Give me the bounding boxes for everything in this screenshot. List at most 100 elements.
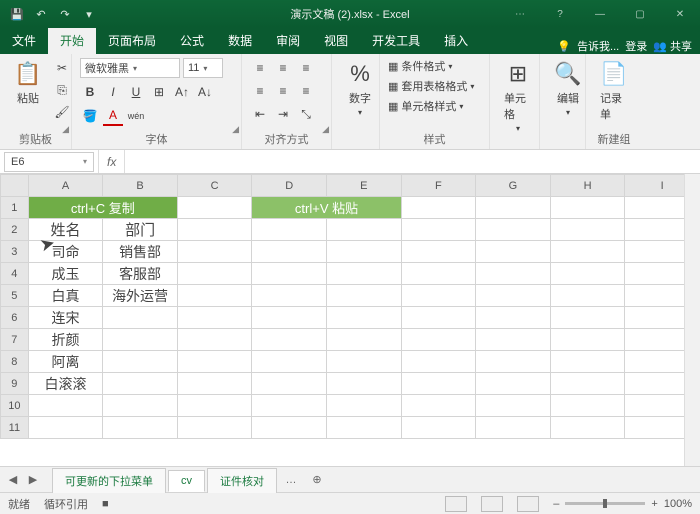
italic-button[interactable]: I — [103, 82, 123, 102]
cell[interactable] — [28, 395, 103, 417]
row-header[interactable]: 9 — [1, 373, 29, 395]
align-left-button[interactable]: ≡ — [250, 81, 270, 101]
bold-button[interactable]: B — [80, 82, 100, 102]
cell[interactable] — [252, 395, 327, 417]
cell[interactable] — [476, 241, 551, 263]
font-launcher-icon[interactable]: ◢ — [232, 124, 239, 135]
copy-button[interactable]: ⎘ — [52, 80, 72, 100]
view-page-layout-button[interactable] — [481, 496, 503, 512]
name-box[interactable]: E6▾ — [4, 152, 94, 172]
cell[interactable] — [401, 395, 476, 417]
cell[interactable] — [177, 417, 252, 439]
cell[interactable]: 姓名 — [28, 219, 103, 241]
cell[interactable] — [327, 241, 402, 263]
col-header[interactable]: A — [28, 175, 103, 197]
zoom-level[interactable]: 100% — [664, 498, 692, 510]
font-size-combo[interactable]: 11▾ — [183, 58, 223, 78]
cell[interactable] — [252, 329, 327, 351]
align-bottom-button[interactable]: ≡ — [296, 58, 316, 78]
cell[interactable] — [327, 373, 402, 395]
tab-file[interactable]: 文件 — [0, 27, 48, 54]
row-header[interactable]: 4 — [1, 263, 29, 285]
align-top-button[interactable]: ≡ — [250, 58, 270, 78]
col-header[interactable]: E — [327, 175, 402, 197]
cell[interactable] — [177, 351, 252, 373]
align-launcher-icon[interactable]: ◢ — [322, 124, 329, 135]
cell[interactable] — [550, 351, 625, 373]
qat-undo[interactable]: ↶ — [32, 5, 50, 23]
format-as-table-button[interactable]: ▦套用表格格式▾ — [388, 78, 474, 94]
row-header[interactable]: 11 — [1, 417, 29, 439]
tab-insert[interactable]: 插入 — [432, 27, 480, 54]
cell[interactable] — [327, 417, 402, 439]
cell[interactable] — [327, 219, 402, 241]
ribbon-options-icon[interactable]: ⋯ — [500, 0, 540, 28]
cell[interactable] — [103, 329, 178, 351]
tab-dev[interactable]: 开发工具 — [360, 27, 432, 54]
cell[interactable] — [550, 307, 625, 329]
grow-font-button[interactable]: A↑ — [172, 82, 192, 102]
cell[interactable] — [550, 219, 625, 241]
cell[interactable] — [476, 219, 551, 241]
select-all-corner[interactable] — [1, 175, 29, 197]
login-button[interactable]: 登录 — [625, 38, 647, 54]
cell[interactable]: 司命 — [28, 241, 103, 263]
sheet-tab[interactable]: 可更新的下拉菜单 — [52, 468, 166, 493]
row-header[interactable]: 8 — [1, 351, 29, 373]
cell[interactable] — [177, 219, 252, 241]
record-form-button[interactable]: 📄记录单 — [594, 58, 634, 124]
font-color-button[interactable]: A — [103, 106, 123, 126]
tab-layout[interactable]: 页面布局 — [96, 27, 168, 54]
qat-save[interactable]: 💾 — [8, 5, 26, 23]
cell[interactable] — [476, 263, 551, 285]
fill-color-button[interactable]: 🪣 — [80, 106, 100, 126]
cell[interactable] — [327, 285, 402, 307]
spreadsheet-grid[interactable]: A B C D E F G H I 1 ctrl+C 复制 ctrl+V 粘贴 … — [0, 174, 700, 439]
qat-redo[interactable]: ↷ — [56, 5, 74, 23]
cell[interactable] — [327, 351, 402, 373]
editing-button[interactable]: 🔍编辑▾ — [548, 58, 588, 119]
tab-home[interactable]: 开始 — [48, 27, 96, 54]
cell[interactable] — [550, 417, 625, 439]
cell[interactable] — [401, 351, 476, 373]
cell[interactable] — [401, 285, 476, 307]
col-header[interactable]: B — [103, 175, 178, 197]
row-header[interactable]: 6 — [1, 307, 29, 329]
zoom-slider[interactable] — [565, 502, 645, 505]
cell[interactable] — [476, 351, 551, 373]
cells-button[interactable]: ⊞单元格▾ — [498, 58, 538, 135]
sheet-nav-prev[interactable]: ◀ — [4, 471, 22, 489]
cell[interactable] — [401, 197, 476, 219]
shrink-font-button[interactable]: A↓ — [195, 82, 215, 102]
row-header[interactable]: 10 — [1, 395, 29, 417]
cell[interactable] — [177, 241, 252, 263]
cell[interactable] — [476, 329, 551, 351]
cell[interactable]: 白滚滚 — [28, 373, 103, 395]
close-icon[interactable]: ✕ — [660, 0, 700, 28]
cell[interactable] — [103, 351, 178, 373]
view-page-break-button[interactable] — [517, 496, 539, 512]
cell[interactable] — [550, 241, 625, 263]
cell[interactable] — [476, 307, 551, 329]
cell[interactable] — [103, 373, 178, 395]
zoom-in-button[interactable]: + — [651, 498, 657, 510]
cell[interactable] — [327, 263, 402, 285]
format-painter-button[interactable]: 🖌 — [52, 102, 72, 122]
cell[interactable] — [401, 219, 476, 241]
paste-button[interactable]: 📋 粘贴 — [8, 58, 48, 108]
col-header[interactable]: F — [401, 175, 476, 197]
sheet-tab[interactable]: 证件核对 — [207, 468, 277, 493]
orientation-button[interactable]: ⤡ — [296, 104, 316, 124]
cell[interactable] — [177, 373, 252, 395]
sheet-tab-active[interactable]: cv — [168, 470, 205, 492]
cell[interactable] — [401, 307, 476, 329]
cell[interactable]: 折颜 — [28, 329, 103, 351]
tab-formulas[interactable]: 公式 — [168, 27, 216, 54]
cell[interactable]: 海外运营 — [103, 285, 178, 307]
border-button[interactable]: ⊞ — [149, 82, 169, 102]
sheet-add-icon[interactable]: ⊕ — [305, 473, 329, 486]
qat-customize-icon[interactable]: ▾ — [80, 5, 98, 23]
align-center-button[interactable]: ≡ — [273, 81, 293, 101]
cell[interactable] — [476, 285, 551, 307]
conditional-format-button[interactable]: ▦条件格式▾ — [388, 58, 452, 74]
